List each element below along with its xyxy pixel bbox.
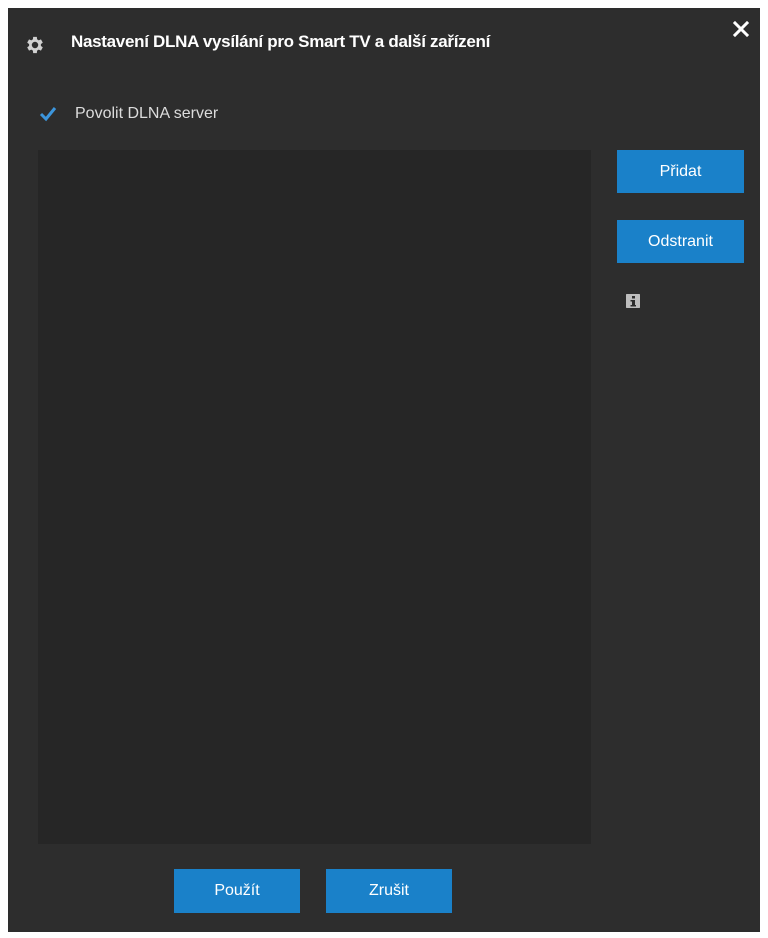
add-button[interactable]: Přidat (617, 150, 744, 193)
close-icon[interactable] (732, 20, 750, 38)
remove-button[interactable]: Odstranit (617, 220, 744, 263)
info-icon[interactable] (626, 294, 640, 308)
enable-dlna-row: Povolit DLNA server (38, 103, 218, 125)
cancel-button[interactable]: Zrušit (326, 869, 452, 913)
enable-dlna-checkbox[interactable] (38, 104, 58, 124)
apply-button[interactable]: Použít (174, 869, 300, 913)
device-list[interactable] (38, 150, 591, 844)
checkmark-icon (39, 107, 57, 122)
enable-dlna-label: Povolit DLNA server (75, 105, 219, 122)
title-bar: Nastavení DLNA vysílání pro Smart TV a d… (8, 8, 760, 78)
dialog-title: Nastavení DLNA vysílání pro Smart TV a d… (71, 32, 491, 51)
dlna-settings-dialog: Nastavení DLNA vysílání pro Smart TV a d… (8, 8, 760, 932)
gear-icon (27, 36, 43, 54)
